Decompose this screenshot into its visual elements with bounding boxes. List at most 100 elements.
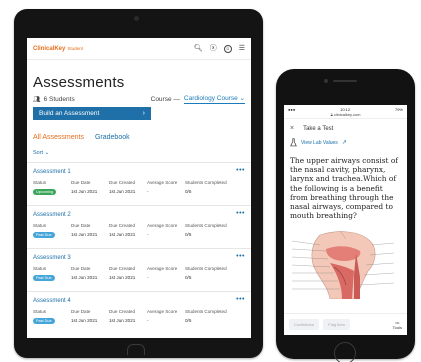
assessment-title[interactable]: Assessment 3 [33,255,245,261]
col-average: Average Score [147,309,178,314]
assessment-card[interactable]: Assessment 2 ••• Status Due Date Due Cre… [27,205,251,248]
col-due-date: Due Date [71,180,91,185]
tablet-camera [134,16,139,21]
sort-dropdown[interactable]: Sort ⌄ [27,141,251,156]
assessment-card[interactable]: Assessment 3 ••• Status Due Date Due Cre… [27,248,251,291]
status-badge: Past Due [33,318,55,324]
lock-icon: 🔒︎ [330,112,333,117]
created-value: 1st Jun 2021 [109,318,136,323]
more-options-icon[interactable]: ••• [236,167,245,174]
col-completed: Students Completed [185,223,227,228]
phone-camera [324,79,328,83]
chevron-right-icon: › [142,110,145,117]
col-created: Due Created [109,223,136,228]
col-completed: Students Completed [185,309,227,314]
search-icon[interactable]: 🔍︎ [194,45,203,52]
tablet-screen: ClinicalKey Student 🔍︎ ⓧ ☺ ☰ Assessments… [27,38,251,338]
flask-icon [290,138,297,147]
sort-label: Sort [33,150,44,156]
tablet-device: ClinicalKey Student 🔍︎ ⓧ ☺ ☰ Assessments… [14,9,263,358]
more-options-icon[interactable]: ••• [236,296,245,303]
due-date-value: 1st Jun 2021 [71,318,98,323]
status-bar: ●●● 10:12 79% [284,105,407,112]
lab-link-label: View Lab Values [301,139,338,146]
course-select[interactable]: Cardiology Course ⌄ [183,94,245,104]
col-due-date: Due Date [71,309,91,314]
completed-value: 0/5 [185,318,192,323]
completed-value: 0/5 [185,232,192,237]
col-status: Status [33,180,47,185]
chevron-down-icon: ⌄ [44,150,50,156]
tab-gradebook[interactable]: Gradebook [95,134,130,141]
due-date-value: 1st Jun 2021 [71,189,98,194]
col-due-date: Due Date [71,223,91,228]
battery-level: 79% [394,107,403,112]
due-date-value: 1st Jun 2021 [71,275,98,280]
user-icon[interactable]: ☺ [223,44,232,53]
course-label: Course — [150,95,180,103]
more-options-icon[interactable]: ••• [236,210,245,217]
created-value: 1st Jun 2021 [109,232,136,237]
phone-device: ●●● 10:12 79% 🔒︎ clinicalkey.com × Take … [276,69,415,362]
course-meta: 👥︎ 6 Students Course — Cardiology Course… [27,91,251,104]
close-icon[interactable]: × [290,125,294,132]
tab-all-assessments[interactable]: All Assessments [33,134,84,141]
col-status: Status [33,266,47,271]
col-completed: Students Completed [185,266,227,271]
course-value: Cardiology Course [183,95,238,102]
view-lab-values-link[interactable]: View Lab Values ↗ [284,133,407,147]
status-badge: Upcoming [33,189,57,195]
average-value: - [147,189,149,194]
col-created: Due Created [109,180,136,185]
phone-screen: ●●● 10:12 79% 🔒︎ clinicalkey.com × Take … [284,105,407,335]
flag-item-button[interactable]: Flag Item [323,319,350,330]
test-header: × Take a Test [284,119,407,133]
phone-home-button[interactable] [334,342,356,362]
col-average: Average Score [147,266,178,271]
tools-button[interactable]: ••• Tools [393,320,402,330]
status-badge: Past Due [33,275,55,281]
devices-showcase: ClinicalKey Student 🔍︎ ⓧ ☺ ☰ Assessments… [0,0,421,362]
col-completed: Students Completed [185,180,227,185]
question-text: The upper airways consist of the nasal c… [290,156,399,221]
build-assessment-button[interactable]: Build an Assessment › [33,107,151,120]
more-options-icon[interactable]: ••• [236,253,245,260]
due-date-value: 1st Jun 2021 [71,232,98,237]
menu-icon[interactable]: ☰ [239,45,245,52]
completed-value: 0/5 [185,189,192,194]
assessment-card[interactable]: Assessment 4 ••• Status Due Date Due Cre… [27,291,251,334]
page-title: Assessments [33,74,125,91]
student-count: 6 Students [43,95,75,103]
assessment-title[interactable]: Assessment 2 [33,212,245,218]
col-created: Due Created [109,266,136,271]
created-value: 1st Jun 2021 [109,189,136,194]
help-icon[interactable]: ⓧ [210,45,217,52]
assessment-title[interactable]: Assessment 4 [33,298,245,304]
phone-speaker [333,80,357,82]
url-bar[interactable]: 🔒︎ clinicalkey.com [284,112,407,119]
col-status: Status [33,223,47,228]
col-average: Average Score [147,223,178,228]
brand-logo[interactable]: ClinicalKey [33,46,65,52]
students-icon: 👥︎ [33,96,41,103]
signal-icon: ●●● [288,107,296,112]
created-value: 1st Jun 2021 [109,275,136,280]
assessment-title[interactable]: Assessment 1 [33,169,245,175]
url-text: clinicalkey.com [333,112,361,117]
average-value: - [147,275,149,280]
average-value: - [147,318,149,323]
assessment-list: Assessment 1 ••• Status Due Date Due Cre… [27,162,251,334]
external-link-icon: ↗ [341,140,347,146]
assessment-tabs: All Assessments Gradebook [27,120,251,141]
brand-subtitle: Student [67,46,83,51]
average-value: - [147,232,149,237]
build-assessment-label: Build an Assessment [39,110,100,117]
col-created: Due Created [109,309,136,314]
assessment-card[interactable]: Assessment 1 ••• Status Due Date Due Cre… [27,162,251,205]
confidence-button[interactable]: Confidence [289,319,320,330]
airway-anatomy-figure[interactable] [290,227,396,300]
col-average: Average Score [147,180,178,185]
col-status: Status [33,309,47,314]
col-due-date: Due Date [71,266,91,271]
test-title: Take a Test [303,125,334,132]
